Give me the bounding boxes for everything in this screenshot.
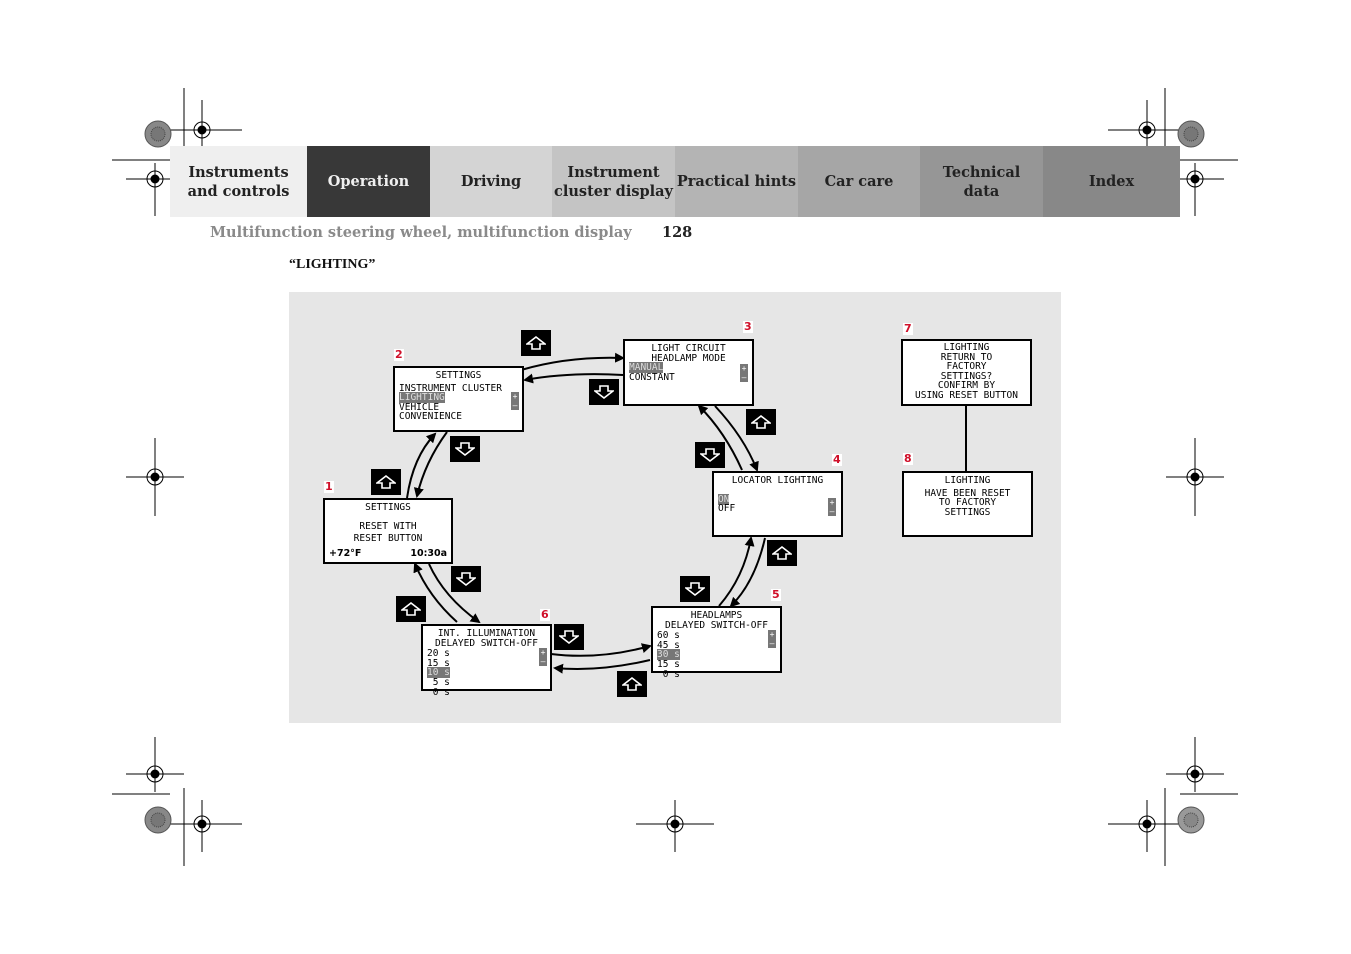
display-screen-int-illumination: INT. ILLUMINATION DELAYED SWITCH-OFF 20 … [421, 624, 552, 697]
down-arrow-button-icon [451, 566, 481, 592]
arrow-2-to-1 [413, 431, 448, 498]
up-arrow-button-icon [396, 596, 426, 622]
screen-title: SETTINGS [435, 370, 482, 381]
screen-line: USING RESET BUTTON [915, 389, 1018, 401]
tab-technical-data[interactable]: Technical data [920, 146, 1043, 217]
clock-time: 10:30a [410, 547, 447, 559]
step-number-5: 5 [771, 588, 781, 601]
step-number-8: 8 [903, 452, 913, 465]
tab-label: Instruments [188, 163, 289, 181]
display-screen-locator-lighting: LOCATOR LIGHTING ON OFF + – [712, 471, 843, 537]
lighting-menu-diagram: 1 SETTINGS RESET WITH RESET BUTTON +72°F… [289, 292, 1061, 723]
down-arrow-button-icon [695, 442, 725, 468]
screen-line: SETTINGS [944, 506, 991, 518]
tab-label: cluster display [554, 182, 673, 200]
tab-label: Technical [942, 163, 1021, 181]
display-screen-settings-menu: SETTINGS INSTRUMENT CLUSTER LIGHTING VEH… [393, 366, 524, 432]
up-arrow-button-icon [371, 469, 401, 495]
plus-minus-indicator: + – [539, 648, 547, 666]
tab-instruments-and-controls[interactable]: Instruments and controls [170, 146, 307, 217]
plus-minus-indicator: + – [740, 364, 748, 382]
up-arrow-button-icon [521, 330, 551, 356]
arrow-5-to-6 [553, 659, 651, 674]
step-number-7: 7 [903, 322, 913, 335]
section-heading: “LIGHTING” [289, 257, 376, 272]
tab-label: Instrument [567, 163, 660, 181]
tab-operation[interactable]: Operation [307, 146, 430, 217]
option: 0 s [427, 686, 450, 698]
step-number-3: 3 [743, 320, 753, 333]
up-arrow-button-icon [617, 671, 647, 697]
screen-line: RESET WITH [359, 520, 417, 532]
step-number-2: 2 [394, 348, 404, 361]
plus-minus-indicator: + – [511, 392, 519, 410]
tab-label: data [963, 182, 1000, 200]
display-screen-settings-reset: SETTINGS RESET WITH RESET BUTTON +72°F 1… [323, 498, 453, 564]
screen-title: LIGHTING [944, 475, 991, 486]
down-arrow-button-icon [589, 379, 619, 405]
step-number-4: 4 [832, 453, 842, 466]
tab-label: Car care [824, 173, 894, 190]
screen-title: DELAYED SWITCH-OFF [665, 619, 768, 631]
tab-instrument-cluster-display[interactable]: Instrument cluster display [552, 146, 675, 217]
up-arrow-button-icon [767, 540, 797, 566]
tab-label: and controls [187, 182, 290, 200]
tab-label: Driving [460, 173, 522, 190]
tab-car-care[interactable]: Car care [798, 146, 920, 217]
arrow-1-to-2 [406, 432, 437, 499]
option: 0 s [657, 668, 680, 680]
arrow-2-to-3 [520, 352, 625, 371]
tab-label: Operation [327, 173, 410, 190]
tab-driving[interactable]: Driving [430, 146, 552, 217]
down-arrow-button-icon [554, 624, 584, 650]
plus-minus-indicator: + – [828, 498, 836, 516]
menu-item: CONSTANT [629, 371, 675, 383]
chapter-tabs: Instruments and controls Operation Drivin… [170, 146, 1180, 217]
section-subtitle: Multifunction steering wheel, multifunct… [210, 224, 632, 241]
display-screen-light-circuit: LIGHT CIRCUIT HEADLAMP MODE MANUAL CONST… [623, 339, 754, 406]
tab-index[interactable]: Index [1043, 146, 1180, 217]
page-number: 128 [662, 224, 693, 241]
step-number-1: 1 [324, 480, 334, 493]
screen-title: LOCATOR LIGHTING [731, 475, 824, 486]
down-arrow-button-icon [450, 436, 480, 462]
display-screen-return-to-factory: LIGHTING RETURN TO FACTORY SETTINGS? CON… [901, 339, 1032, 406]
screen-title: SETTINGS [365, 502, 411, 513]
display-screen-reset-confirmed: LIGHTING HAVE BEEN RESET TO FACTORY SETT… [902, 471, 1033, 537]
tab-label: Index [1088, 173, 1135, 190]
down-arrow-button-icon [680, 576, 710, 602]
display-screen-headlamps-delay: HEADLAMPS DELAYED SWITCH-OFF 60 s 45 s 3… [651, 606, 782, 679]
screen-line: RESET BUTTON [353, 533, 423, 545]
arrow-5-to-4 [718, 536, 755, 607]
menu-item: OFF [718, 503, 736, 515]
up-arrow-button-icon [746, 409, 776, 435]
outside-temperature: +72°F [329, 547, 362, 559]
tab-label: Practical hints [676, 173, 797, 190]
menu-item: CONVENIENCE [399, 411, 462, 423]
plus-minus-indicator: + – [768, 630, 776, 648]
tab-practical-hints[interactable]: Practical hints [675, 146, 798, 217]
screen-title: DELAYED SWITCH-OFF [435, 637, 538, 649]
step-number-6: 6 [540, 608, 550, 621]
